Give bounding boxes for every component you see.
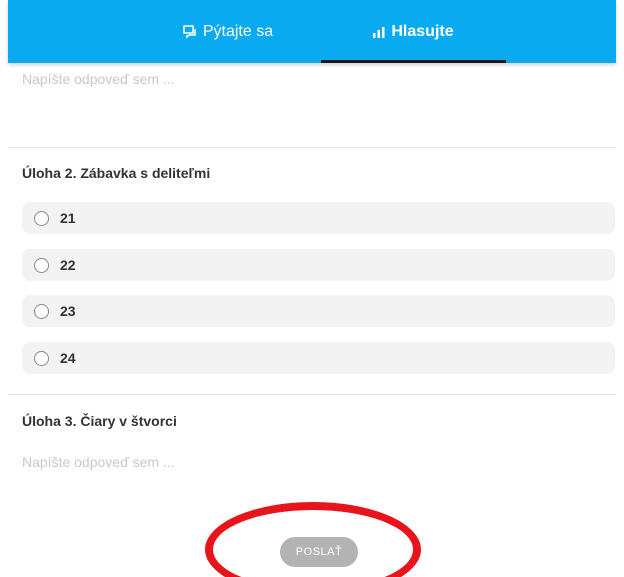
radio-button[interactable] xyxy=(34,350,49,366)
option-22[interactable]: 22 xyxy=(22,249,615,281)
top-nav-bar: Pýtajte sa Hlasujte xyxy=(8,0,616,63)
answer-input-q1[interactable]: Napíšte odpoveď sem ... xyxy=(22,71,175,87)
active-tab-indicator xyxy=(321,60,506,63)
option-label: 24 xyxy=(60,350,76,366)
bar-chart-icon xyxy=(373,26,385,38)
option-21[interactable]: 21 xyxy=(22,202,615,234)
radio-button[interactable] xyxy=(34,210,49,226)
radio-button[interactable] xyxy=(34,303,49,319)
divider xyxy=(8,394,616,395)
divider xyxy=(8,147,616,148)
option-label: 22 xyxy=(60,257,76,273)
question-title-2: Úloha 2. Zábavka s deliteľmi xyxy=(22,165,211,181)
option-24[interactable]: 24 xyxy=(22,342,615,374)
tab-vote-label: Hlasujte xyxy=(391,22,454,40)
tab-ask-label: Pýtajte sa xyxy=(202,22,274,40)
option-label: 21 xyxy=(60,210,76,226)
option-label: 23 xyxy=(60,303,76,319)
tab-vote[interactable]: Hlasujte xyxy=(321,0,506,63)
chat-icon xyxy=(183,24,197,39)
send-button[interactable]: POSLAŤ xyxy=(280,537,358,567)
radio-button[interactable] xyxy=(34,257,49,273)
question-title-3: Úloha 3. Čiary v štvorci xyxy=(22,413,177,429)
answer-input-q3[interactable]: Napíšte odpoveď sem ... xyxy=(22,454,175,470)
tab-ask[interactable]: Pýtajte sa xyxy=(128,0,328,63)
option-23[interactable]: 23 xyxy=(22,295,615,327)
